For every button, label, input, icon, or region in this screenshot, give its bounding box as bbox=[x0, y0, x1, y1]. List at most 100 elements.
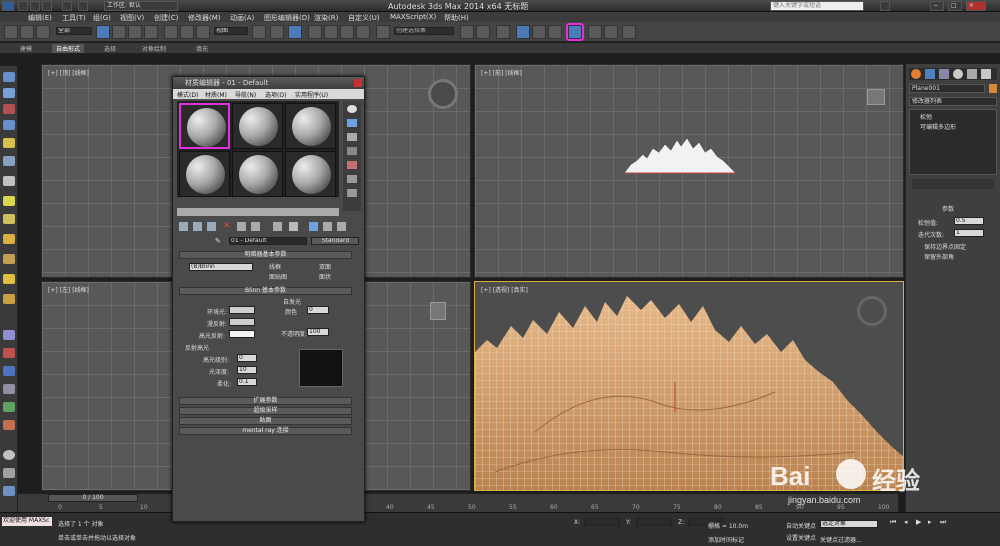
sample-slot-scrollbar[interactable] bbox=[177, 208, 339, 216]
sample-slot-6[interactable] bbox=[285, 151, 336, 197]
sample-type-icon[interactable] bbox=[347, 105, 357, 113]
sample-slot-1[interactable] bbox=[179, 103, 230, 149]
prev-frame-icon[interactable]: ◂ bbox=[904, 518, 908, 526]
material-editor-icon[interactable] bbox=[566, 23, 584, 41]
reference-coordinate-dropdown[interactable]: 视图 bbox=[214, 27, 248, 35]
edit-named-selection-icon[interactable] bbox=[376, 25, 390, 39]
angle-snap-icon[interactable] bbox=[324, 25, 338, 39]
material-name-field[interactable]: 01 - Default bbox=[229, 237, 307, 245]
reset-map-icon[interactable]: ✕ bbox=[223, 222, 232, 231]
app-icon[interactable] bbox=[2, 1, 14, 11]
go-forward-sibling-icon[interactable] bbox=[337, 222, 346, 231]
select-object-icon[interactable] bbox=[96, 25, 110, 39]
stack-item-relax[interactable]: 松弛 bbox=[920, 112, 932, 121]
sample-slot-4[interactable] bbox=[179, 151, 230, 197]
schematic-view-icon[interactable] bbox=[548, 25, 562, 39]
rendered-frame-window-icon[interactable] bbox=[604, 25, 618, 39]
background-icon[interactable] bbox=[347, 133, 357, 141]
ribbon-tab-freeform[interactable]: 自由形式 bbox=[52, 44, 85, 53]
me-menu-material[interactable]: 材质(M) bbox=[205, 90, 227, 99]
viewcube-icon[interactable] bbox=[428, 79, 458, 109]
params-title[interactable]: 参数 bbox=[942, 204, 954, 213]
maxscript-listener[interactable]: 欢迎使用 MAXSc bbox=[2, 517, 52, 526]
me-menu-navigation[interactable]: 导航(N) bbox=[235, 90, 256, 99]
unlink-icon[interactable] bbox=[20, 25, 34, 39]
keyboard-shortcut-icon[interactable] bbox=[288, 25, 302, 39]
material-id-icon[interactable] bbox=[273, 222, 282, 231]
hierarchy-tab-icon[interactable] bbox=[939, 69, 949, 79]
sample-slot-2[interactable] bbox=[232, 103, 283, 149]
next-frame-icon[interactable]: ▸ bbox=[928, 518, 932, 526]
me-menu-options[interactable]: 选项(O) bbox=[265, 90, 286, 99]
stack-item-editable-poly[interactable]: 可编辑多边形 bbox=[920, 122, 956, 131]
render-production-icon[interactable] bbox=[622, 25, 636, 39]
object-name-field[interactable]: Plane001 bbox=[909, 84, 985, 93]
utilities-tab-icon[interactable] bbox=[981, 69, 991, 79]
wire-checkbox[interactable]: 线框 bbox=[269, 262, 281, 271]
sample-slot-5[interactable] bbox=[232, 151, 283, 197]
playback-controls[interactable]: ⏮ ◂ ▶ ▸ ⏭ bbox=[886, 518, 956, 528]
spinner-snap-icon[interactable] bbox=[356, 25, 370, 39]
selected-object-dropdown[interactable]: 选定对象 bbox=[820, 520, 878, 528]
set-key-button[interactable]: 设置关键点 bbox=[786, 533, 816, 542]
create-tab-icon[interactable] bbox=[911, 69, 921, 79]
viewcube-perspective-icon[interactable] bbox=[857, 296, 887, 326]
self-illum-color-checkbox[interactable]: 颜色 bbox=[285, 307, 297, 316]
make-unique-icon[interactable] bbox=[237, 222, 246, 231]
graphite-icon-15[interactable] bbox=[3, 348, 15, 358]
window-crossing-icon[interactable] bbox=[144, 25, 158, 39]
put-to-scene-icon[interactable] bbox=[193, 222, 202, 231]
graphite-icon-3[interactable] bbox=[3, 104, 15, 114]
save-outer-checkbox[interactable]: 保留外部角 bbox=[924, 252, 954, 261]
relax-value-spinner[interactable]: 0.5 bbox=[954, 217, 984, 225]
align-icon[interactable] bbox=[476, 25, 490, 39]
y-coordinate-field[interactable] bbox=[636, 518, 672, 526]
blinn-basic-params-rollout[interactable]: Blinn 基本参数 bbox=[179, 287, 352, 295]
graphite-icon-9[interactable] bbox=[3, 214, 15, 224]
two-sided-checkbox[interactable]: 双面 bbox=[319, 262, 331, 271]
mirror-icon[interactable] bbox=[460, 25, 474, 39]
key-filters-button[interactable]: 关键点过滤器... bbox=[820, 535, 862, 544]
graphite-icon-20[interactable] bbox=[3, 450, 15, 460]
x-coordinate-field[interactable] bbox=[584, 518, 620, 526]
put-to-library-icon[interactable] bbox=[251, 222, 260, 231]
specular-level-spinner[interactable]: 0 bbox=[237, 354, 257, 362]
eyedropper-icon[interactable]: ✎ bbox=[215, 237, 225, 245]
extended-params-rollout[interactable]: 扩展参数 bbox=[179, 397, 352, 405]
rotate-icon[interactable] bbox=[180, 25, 194, 39]
get-material-icon[interactable] bbox=[179, 222, 188, 231]
uv-tiling-icon[interactable] bbox=[347, 147, 357, 155]
video-color-check-icon[interactable] bbox=[347, 161, 357, 169]
display-tab-icon[interactable] bbox=[967, 69, 977, 79]
show-map-icon[interactable] bbox=[289, 222, 298, 231]
percent-snap-icon[interactable] bbox=[340, 25, 354, 39]
graphite-icon-11[interactable] bbox=[3, 254, 15, 264]
viewport-front[interactable]: [+] [前] [线框] bbox=[474, 64, 904, 278]
backlight-icon[interactable] bbox=[347, 119, 357, 127]
graphite-icon-1[interactable] bbox=[3, 72, 15, 82]
graphite-icon-4[interactable] bbox=[3, 120, 15, 130]
options-icon[interactable] bbox=[347, 189, 357, 197]
ribbon-tab-selection[interactable]: 选择 bbox=[104, 44, 116, 53]
save-icon[interactable] bbox=[42, 1, 52, 11]
search-input[interactable]: 键入关键字或短语 bbox=[770, 1, 864, 11]
render-setup-icon[interactable] bbox=[588, 25, 602, 39]
soften-spinner[interactable]: 0.1 bbox=[237, 378, 257, 386]
named-selection-dropdown[interactable]: 创建选择集 bbox=[394, 27, 454, 35]
ambient-color-swatch[interactable] bbox=[229, 306, 255, 314]
graphite-icon-2[interactable] bbox=[3, 88, 15, 98]
add-time-tag[interactable]: 添加时间标记 bbox=[708, 535, 744, 544]
snaps-toggle-icon[interactable] bbox=[308, 25, 322, 39]
goto-end-icon[interactable]: ⏭ bbox=[940, 518, 946, 527]
graphite-icon-21[interactable] bbox=[3, 468, 15, 478]
face-map-checkbox[interactable]: 面贴图 bbox=[269, 272, 287, 281]
bind-spacewarp-icon[interactable] bbox=[36, 25, 50, 39]
close-button[interactable]: × bbox=[966, 1, 986, 11]
material-editor-close-button[interactable] bbox=[354, 79, 362, 87]
scale-icon[interactable] bbox=[196, 25, 210, 39]
graphite-icon-18[interactable] bbox=[3, 402, 15, 412]
workspace-dropdown[interactable]: 工作区: 默认 bbox=[104, 1, 178, 11]
rectangle-select-icon[interactable] bbox=[128, 25, 142, 39]
selection-filter-dropdown[interactable]: 全部 bbox=[56, 27, 92, 35]
viewport-label-front[interactable]: [+] [前] [线框] bbox=[481, 68, 522, 77]
